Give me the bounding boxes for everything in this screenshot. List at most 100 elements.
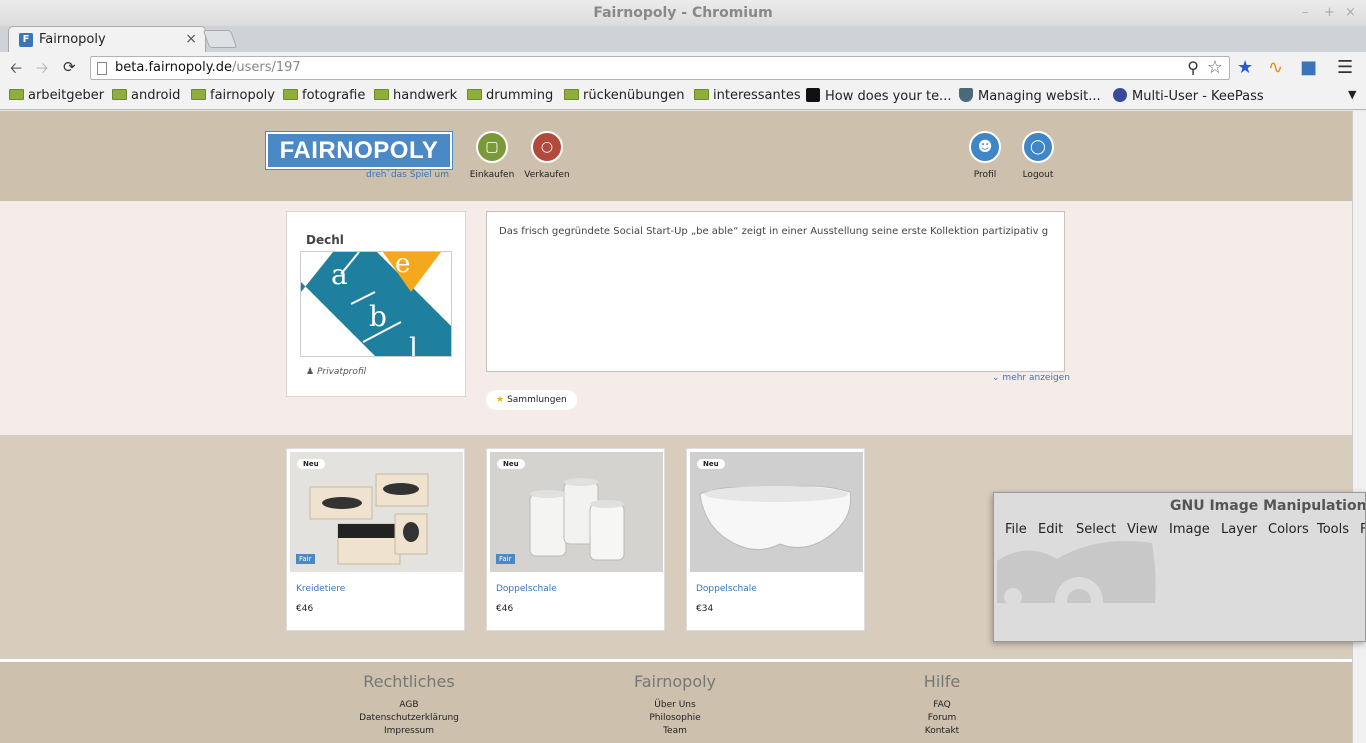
gimp-title: GNU Image Manipulation Program xyxy=(1170,498,1366,514)
keepass-icon xyxy=(1113,88,1127,102)
profile-type: ♟ Privatprofil xyxy=(306,367,367,377)
fairnopoly-logo[interactable]: FAIRNOPOLY xyxy=(265,131,453,170)
gimp-menu-colors[interactable]: Colors xyxy=(1268,522,1309,537)
price-tag-icon: ○ xyxy=(531,131,563,163)
folder-icon xyxy=(112,89,127,100)
search-icon[interactable]: ⚲ xyxy=(1187,58,1199,77)
folder-icon xyxy=(283,89,298,100)
folder-icon xyxy=(564,89,579,100)
rss-icon[interactable]: ∿ xyxy=(1268,57,1283,78)
footer-heading: Hilfe xyxy=(923,672,961,691)
tab-label: Fairnopoly xyxy=(39,32,106,47)
gimp-menu-edit[interactable]: Edit xyxy=(1038,522,1063,537)
product-price: €46 xyxy=(296,604,314,614)
footer-link-imprint[interactable]: Impressum xyxy=(329,725,489,738)
minimize-button[interactable]: – xyxy=(1302,0,1309,26)
url-text: beta.fairnopoly.de/users/197 xyxy=(115,60,301,75)
svg-text:e: e xyxy=(395,252,410,279)
folder-icon xyxy=(191,89,206,100)
product-card[interactable]: Neu Fair Doppelschale €46 xyxy=(486,448,665,631)
tab-fairnopoly[interactable]: F Fairnopoly × xyxy=(8,26,206,52)
footer-link-about[interactable]: Über Uns xyxy=(595,699,755,712)
bookmark-link[interactable]: Managing websit... xyxy=(959,88,1101,104)
footer-link-forum[interactable]: Forum xyxy=(862,712,1022,725)
back-icon[interactable]: 🡠 xyxy=(10,58,22,83)
new-tab-button[interactable] xyxy=(202,30,238,48)
site-footer: Rechtliches AGB Datenschutzerklärung Imp… xyxy=(0,659,1352,743)
profile-name: Dechl xyxy=(306,233,344,247)
bookmark-folder[interactable]: drumming xyxy=(467,88,553,103)
folder-icon xyxy=(467,89,482,100)
bookmarks-overflow-icon[interactable]: ▼ xyxy=(1348,88,1356,101)
tab-strip: F Fairnopoly × xyxy=(0,26,1366,52)
fairnopoly-favicon-icon: F xyxy=(19,33,33,47)
product-image[interactable]: Neu Fair xyxy=(490,452,663,572)
svg-text:a: a xyxy=(331,258,348,291)
window-titlebar: Fairnopoly - Chromium xyxy=(0,0,1366,26)
bookmark-folder[interactable]: fairnopoly xyxy=(191,88,275,103)
bookmarks-star-icon[interactable]: ★ xyxy=(1237,57,1253,78)
shield-icon xyxy=(959,88,973,102)
collections-button[interactable]: ★ Sammlungen xyxy=(486,390,577,410)
menu-icon[interactable]: ☰ xyxy=(1337,57,1353,78)
bookmark-folder[interactable]: android xyxy=(112,88,180,103)
star-icon: ★ xyxy=(496,395,505,405)
bookmark-folder[interactable]: rückenübungen xyxy=(564,88,685,103)
gimp-menu-tools[interactable]: Tools xyxy=(1317,522,1349,537)
bookmark-folder[interactable]: fotografie xyxy=(283,88,365,103)
site-icon xyxy=(806,88,820,102)
browser-toolbar: 🡠 🡢 ⟳ beta.fairnopoly.de/users/197 ⚲ ☆ ★… xyxy=(0,52,1366,84)
address-bar[interactable]: beta.fairnopoly.de/users/197 ⚲ ☆ xyxy=(90,56,1230,80)
gimp-window[interactable]: GNU Image Manipulation Program File Edit… xyxy=(993,492,1366,642)
footer-link-agb[interactable]: AGB xyxy=(329,699,489,712)
folder-icon xyxy=(694,89,709,100)
footer-heading: Rechtliches xyxy=(363,672,455,691)
site-header: FAIRNOPOLY dreh`das Spiel um ▢ Einkaufen… xyxy=(0,111,1352,201)
folder-icon xyxy=(9,89,24,100)
show-more-link[interactable]: ⌄ mehr anzeigen xyxy=(992,373,1070,383)
bookmark-folder[interactable]: interessantes xyxy=(694,88,801,103)
tab-close-icon[interactable]: × xyxy=(185,31,197,47)
extension-icon[interactable]: ■ xyxy=(1300,57,1317,78)
gimp-menu-layer[interactable]: Layer xyxy=(1221,522,1257,537)
footer-link-team[interactable]: Team xyxy=(595,725,755,738)
profile-button[interactable]: ☻ Profil xyxy=(955,131,1015,180)
bookmark-link[interactable]: How does your te... xyxy=(806,88,951,104)
footer-link-faq[interactable]: FAQ xyxy=(862,699,1022,712)
gimp-menu-select[interactable]: Select xyxy=(1076,522,1116,537)
sell-button[interactable]: ○ Verkaufen xyxy=(517,131,577,180)
product-image[interactable]: Neu xyxy=(690,452,863,572)
gimp-menu-view[interactable]: View xyxy=(1127,522,1158,537)
product-image[interactable]: Neu Fair xyxy=(290,452,463,572)
bookmark-folder[interactable]: handwerk xyxy=(374,88,457,103)
page-scrollbar[interactable] xyxy=(1352,111,1366,743)
footer-link-philosophy[interactable]: Philosophie xyxy=(595,712,755,725)
tagline: dreh`das Spiel um xyxy=(366,170,450,180)
profile-logo-image: a e b l xyxy=(300,251,452,357)
product-title[interactable]: Kreidetiere xyxy=(296,584,345,594)
bookmark-folder[interactable]: arbeitgeber xyxy=(9,88,104,103)
buy-button[interactable]: ▢ Einkaufen xyxy=(462,131,522,180)
product-card[interactable]: Neu Fair Kreidetiere €46 xyxy=(286,448,465,631)
product-title[interactable]: Doppelschale xyxy=(496,584,557,594)
footer-link-privacy[interactable]: Datenschutzerklärung xyxy=(329,712,489,725)
gimp-menu-image[interactable]: Image xyxy=(1169,522,1210,537)
product-title[interactable]: Doppelschale xyxy=(696,584,757,594)
reload-icon[interactable]: ⟳ xyxy=(63,58,76,76)
fair-badge: Fair xyxy=(496,554,515,564)
close-window-button[interactable]: × xyxy=(1345,0,1356,26)
logout-button[interactable]: ◯ Logout xyxy=(1008,131,1068,180)
gimp-menu-filters[interactable]: F xyxy=(1360,522,1365,537)
maximize-button[interactable]: + xyxy=(1324,0,1335,26)
product-card[interactable]: Neu Doppelschale €34 xyxy=(686,448,865,631)
footer-link-contact[interactable]: Kontakt xyxy=(862,725,1022,738)
folder-icon xyxy=(374,89,389,100)
bookmark-star-icon[interactable]: ☆ xyxy=(1207,57,1223,78)
forward-icon[interactable]: 🡢 xyxy=(36,58,48,83)
product-price: €34 xyxy=(696,604,714,614)
chevron-down-icon: ⌄ xyxy=(992,373,1000,383)
gimp-menu-file[interactable]: File xyxy=(1005,522,1027,537)
bookmark-link[interactable]: Multi-User - KeePass xyxy=(1113,88,1264,104)
description-text: Das frisch gegründete Social Start-Up „b… xyxy=(499,226,1049,237)
footer-help: Hilfe FAQ Forum Kontakt xyxy=(862,672,1022,738)
